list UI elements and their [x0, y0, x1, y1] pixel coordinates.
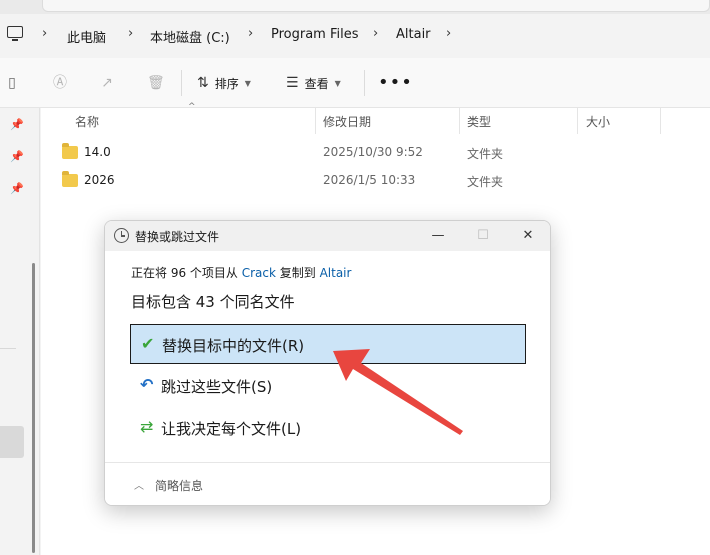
fewer-details-toggle[interactable]: 简略信息 [155, 477, 203, 494]
minimize-button[interactable]: — [415, 221, 461, 251]
dialog-title-bar[interactable]: 替换或跳过文件 — ☐ ✕ [105, 221, 550, 251]
chevron-right-icon[interactable]: › [128, 26, 133, 41]
skip-files-option[interactable]: ↶ 跳过这些文件(S) [130, 366, 526, 406]
command-toolbar: ▯ Ⓐ ↗ 🗑 ⇅ 排序 ▼ ☰ 查看 ▼ ••• [0, 58, 710, 108]
sort-button[interactable]: ⇅ 排序 ▼ [197, 73, 251, 93]
maximize-button: ☐ [477, 228, 489, 243]
file-date: 2026/1/5 10:33 [323, 173, 416, 187]
tab-edge [42, 0, 710, 12]
column-divider[interactable] [315, 108, 316, 134]
file-type: 文件夹 [467, 175, 504, 189]
breadcrumb-altair[interactable]: Altair [396, 27, 431, 42]
pin-icon[interactable]: 📌 [10, 150, 24, 163]
navigation-pane: 📌 📌 📌 [0, 108, 40, 555]
sort-label: 排序 [214, 76, 239, 91]
dialog-title: 替换或跳过文件 [135, 230, 220, 244]
copy-status-text: 正在将 96 个项目从 Crack 复制到 Altair [131, 264, 351, 281]
copy-prefix: 正在将 96 个项目从 [131, 266, 242, 280]
more-options-button[interactable]: ••• [378, 72, 413, 93]
nav-selected-item[interactable] [0, 426, 24, 458]
file-row[interactable]: 14.0 2025/10/30 9:52 文件夹 [41, 140, 710, 166]
column-header-date[interactable]: 修改日期 [323, 113, 371, 130]
column-header-name[interactable]: 名称 [75, 113, 99, 130]
nav-scrollbar[interactable] [32, 263, 35, 553]
chevron-right-icon[interactable]: › [248, 26, 253, 41]
pin-icon[interactable]: 📌 [10, 118, 24, 131]
chevron-up-icon[interactable]: ︿ [134, 477, 144, 492]
breadcrumb-this-pc[interactable]: 此电脑 [67, 27, 106, 46]
decide-icon: ⇄ [140, 417, 154, 436]
chevron-right-icon[interactable]: › [446, 26, 451, 41]
nav-divider [0, 348, 16, 349]
breadcrumb-program-files[interactable]: Program Files [271, 27, 359, 42]
computer-icon[interactable] [7, 26, 23, 41]
file-type: 文件夹 [467, 147, 504, 161]
decide-each-label: 让我决定每个文件(L) [161, 420, 302, 438]
share-icon[interactable]: ↗ [99, 75, 115, 91]
paste-icon[interactable]: ▯ [4, 75, 20, 91]
replace-skip-dialog: 替换或跳过文件 — ☐ ✕ 正在将 96 个项目从 Crack 复制到 Alta… [104, 220, 551, 506]
clock-icon [114, 228, 129, 243]
dialog-footer: ︿ 简略信息 [105, 462, 550, 505]
skip-files-label: 跳过这些文件(S) [161, 378, 273, 396]
address-bar[interactable]: › 此电脑 › 本地磁盘 (C:) › Program Files › Alta… [0, 14, 710, 58]
conflict-text: 目标包含 43 个同名文件 [131, 293, 295, 311]
replace-files-label: 替换目标中的文件(R) [162, 337, 305, 355]
folder-icon [62, 171, 78, 187]
column-header-size[interactable]: 大小 [586, 113, 610, 130]
close-button[interactable]: ✕ [505, 221, 550, 251]
folder-icon [62, 143, 78, 159]
copy-middle: 复制到 [275, 266, 320, 280]
view-icon: ☰ [286, 75, 299, 91]
replace-files-option[interactable]: ✔ 替换目标中的文件(R) [130, 324, 526, 364]
toolbar-divider [364, 70, 365, 96]
file-name: 14.0 [84, 145, 111, 159]
decide-each-option[interactable]: ⇄ 让我决定每个文件(L) [130, 408, 526, 448]
rename-icon[interactable]: Ⓐ [52, 75, 68, 91]
chevron-down-icon: ▼ [244, 78, 251, 88]
sort-ascending-icon: ^ [188, 102, 196, 112]
sort-icon: ⇅ [197, 75, 209, 91]
view-label: 查看 [304, 76, 329, 91]
chevron-down-icon: ▼ [334, 78, 341, 88]
toolbar-divider [181, 70, 182, 96]
column-divider[interactable] [577, 108, 578, 134]
delete-icon[interactable]: 🗑 [147, 75, 165, 91]
window-top-strip [0, 0, 710, 14]
destination-folder-link[interactable]: Altair [320, 266, 352, 280]
column-divider[interactable] [660, 108, 661, 134]
column-header-type[interactable]: 类型 [467, 113, 491, 130]
source-folder-link[interactable]: Crack [242, 266, 276, 280]
chevron-right-icon[interactable]: › [42, 26, 47, 41]
file-date: 2025/10/30 9:52 [323, 145, 423, 159]
chevron-right-icon[interactable]: › [373, 26, 378, 41]
view-button[interactable]: ☰ 查看 ▼ [286, 73, 341, 93]
breadcrumb-local-disk[interactable]: 本地磁盘 (C:) [150, 27, 230, 46]
skip-icon: ↶ [140, 375, 154, 394]
file-name: 2026 [84, 173, 115, 187]
pin-icon[interactable]: 📌 [10, 182, 24, 195]
check-icon: ✔ [141, 334, 155, 353]
column-divider[interactable] [459, 108, 460, 134]
file-row[interactable]: 2026 2026/1/5 10:33 文件夹 [41, 168, 710, 194]
